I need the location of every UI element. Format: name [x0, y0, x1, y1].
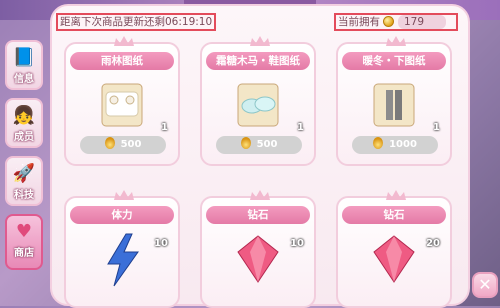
- price-value: 500: [120, 139, 142, 150]
- sidebar-item-label: 信息: [14, 74, 34, 85]
- shop-card[interactable]: 体力 10: [64, 190, 180, 308]
- card-title: 暖冬・下图纸: [342, 52, 446, 70]
- medal-coin-icon: [383, 16, 394, 27]
- member-avatar-icon: 👧: [12, 105, 36, 126]
- restock-timer: 距离下次商品更新还剩06:19:10: [56, 13, 216, 31]
- shop-bag-icon: ♥: [15, 221, 33, 242]
- price-value: 500: [256, 139, 278, 150]
- buy-button[interactable]: 500: [216, 136, 302, 154]
- card-title: 钻石: [342, 206, 446, 224]
- shop-card[interactable]: 钻石 20: [336, 190, 452, 308]
- shop-card[interactable]: 暖冬・下图纸 1 1000: [336, 36, 452, 166]
- info-book-icon: 📘: [12, 47, 36, 68]
- card-title: 雨林图纸: [70, 52, 174, 70]
- card-title: 霜糖木马・鞋图纸: [206, 52, 310, 70]
- sidebar-item-tech[interactable]: 🚀 科技: [5, 156, 43, 206]
- card-quantity: 1: [297, 122, 304, 133]
- medal-coin-icon: [240, 137, 251, 149]
- medal-coin-icon: [104, 137, 115, 149]
- scroll-blueprint-icon: [101, 83, 143, 127]
- card-quantity: 10: [290, 238, 304, 249]
- card-quantity: 1: [161, 122, 168, 133]
- medal-coin-icon: [373, 137, 384, 149]
- close-icon: ✕: [478, 275, 492, 294]
- card-quantity: 10: [154, 238, 168, 249]
- price-value: 1000: [389, 139, 417, 150]
- card-quantity: 1: [433, 122, 440, 133]
- rocket-icon: 🚀: [12, 163, 36, 184]
- sidebar-item-info[interactable]: 📘 信息: [5, 40, 43, 90]
- owned-label: 当前拥有: [338, 16, 380, 28]
- sidebar-item-shop[interactable]: ♥ 商店: [5, 214, 43, 270]
- sidebar-item-members[interactable]: 👧 成员: [5, 98, 43, 148]
- diamond-icon: [373, 235, 415, 283]
- shop-card[interactable]: 雨林图纸 1 500: [64, 36, 180, 166]
- scroll-blueprint-icon: [237, 83, 279, 127]
- shop-card[interactable]: 钻石 10: [200, 190, 316, 308]
- sidebar-item-label: 科技: [14, 190, 34, 201]
- scroll-blueprint-icon: [373, 83, 415, 127]
- close-button[interactable]: ✕: [472, 272, 498, 298]
- sidebar: 📘 信息 👧 成员 🚀 科技 ♥ 商店: [0, 30, 48, 306]
- owned-value: 179: [398, 15, 446, 29]
- card-quantity: 20: [426, 238, 440, 249]
- lightning-icon: [107, 233, 139, 287]
- owned-currency: 当前拥有 179: [334, 13, 458, 31]
- buy-button[interactable]: 1000: [352, 136, 438, 154]
- sidebar-item-label: 成员: [14, 132, 34, 143]
- card-title: 钻石: [206, 206, 310, 224]
- buy-button[interactable]: 500: [80, 136, 166, 154]
- card-title: 体力: [70, 206, 174, 224]
- shop-card[interactable]: 霜糖木马・鞋图纸 1 500: [200, 36, 316, 166]
- diamond-icon: [237, 235, 279, 283]
- sidebar-item-label: 商店: [14, 248, 34, 259]
